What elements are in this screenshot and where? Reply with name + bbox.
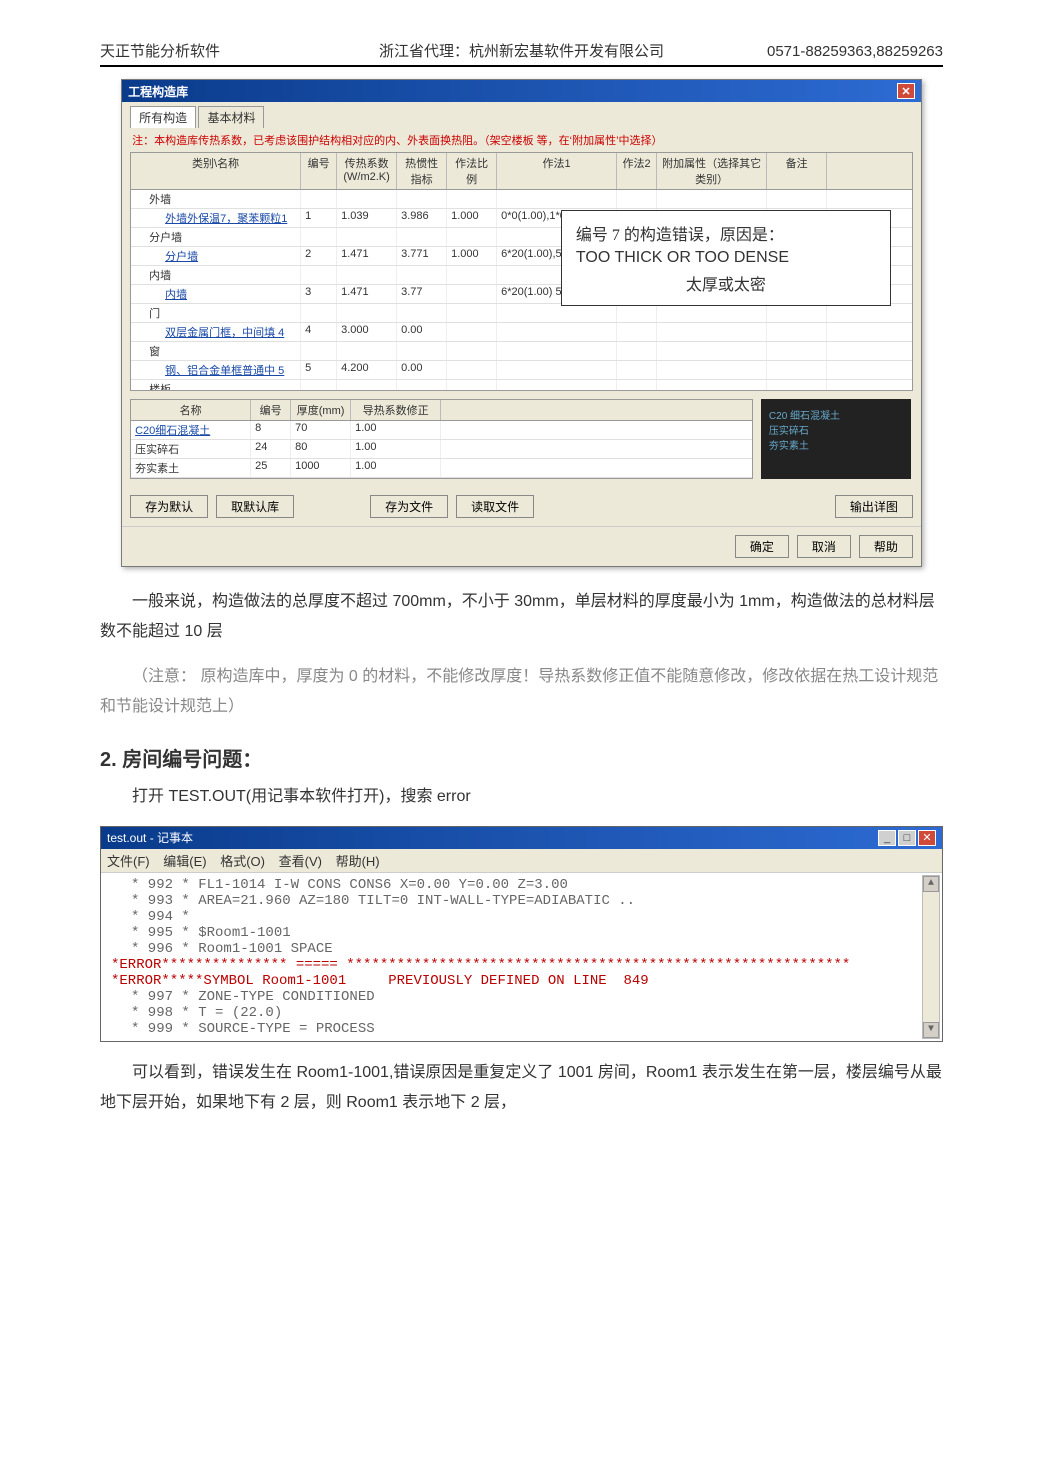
col-p: 作法比例 (447, 153, 497, 189)
close-notepad-icon[interactable]: ✕ (918, 830, 936, 846)
col-rem: 备注 (767, 153, 827, 189)
log-line: * 997 * ZONE-TYPE CONDITIONED (131, 989, 918, 1005)
header-mid: 浙江省代理：杭州新宏基软件开发有限公司 (311, 40, 733, 61)
material-row[interactable]: 压实碎石24801.00 (131, 440, 752, 459)
scroll-up-icon[interactable]: ▲ (923, 876, 939, 892)
preview-line1: C20 细石混凝土 (769, 407, 903, 422)
maximize-icon[interactable]: □ (898, 830, 916, 846)
menu-help[interactable]: 帮助(H) (336, 854, 380, 869)
col-f2: 作法2 (617, 153, 657, 189)
note-text: 注：本构造库传热系数，已考虑该围护结构相对应的内、外表面换热阻。（架空楼板 等，… (122, 128, 921, 152)
bcol-thick: 厚度(mm) (291, 400, 351, 420)
log-line: * 994 * (131, 909, 918, 925)
preview-line2: 压实碎石 (769, 422, 903, 437)
section-2-sub: 打开 TEST.OUT(用记事本软件打开)，搜索 error (100, 782, 943, 812)
menu-file[interactable]: 文件(F) (107, 854, 150, 869)
bcol-name: 名称 (131, 400, 251, 420)
material-grid: 名称 编号 厚度(mm) 导热系数修正 C20细石混凝土8701.00压实碎石2… (130, 399, 753, 479)
callout-cn: 太厚或太密 (576, 271, 876, 295)
page-header: 天正节能分析软件 浙江省代理：杭州新宏基软件开发有限公司 0571-882593… (100, 40, 943, 67)
table-row[interactable]: 双层金属门框，中间填 443.0000.00 (131, 323, 912, 342)
grid-header: 类别\名称 编号 传热系数 (W/m2.K) 热惯性指标 作法比例 作法1 作法… (131, 153, 912, 190)
notepad-titlebar: test.out - 记事本 _ □ ✕ (101, 827, 942, 849)
notepad-body[interactable]: * 992 * FL1-1014 I-W CONS CONS6 X=0.00 Y… (101, 873, 942, 1041)
paragraph-3: 可以看到，错误发生在 Room1-1001,错误原因是重复定义了 1001 房间… (100, 1058, 943, 1119)
scroll-down-icon[interactable]: ▼ (923, 1022, 939, 1038)
header-left: 天正节能分析软件 (100, 40, 311, 61)
bcol-coef: 导热系数修正 (351, 400, 441, 420)
action-buttons: 存为默认 取默认库 存为文件 读取文件 输出详图 (122, 487, 921, 526)
notepad-window: test.out - 记事本 _ □ ✕ 文件(F) 编辑(E) 格式(O) 查… (100, 826, 943, 1042)
table-row[interactable]: 窗 (131, 342, 912, 361)
table-row[interactable]: 钢、铝合金单框普通中 554.2000.00 (131, 361, 912, 380)
bcol-id: 编号 (251, 400, 291, 420)
notepad-title: test.out - 记事本 (107, 829, 193, 846)
log-line: * 995 * $Room1-1001 (131, 925, 918, 941)
load-file-button[interactable]: 读取文件 (456, 495, 534, 518)
close-icon[interactable]: ✕ (897, 83, 915, 99)
ok-button[interactable]: 确定 (735, 535, 789, 558)
menu-format[interactable]: 格式(O) (220, 854, 265, 869)
error-line-1: *ERROR*************** ===== ************… (111, 957, 918, 973)
help-button[interactable]: 帮助 (859, 535, 913, 558)
col-d: 热惯性指标 (397, 153, 447, 189)
col-f1: 作法1 (497, 153, 617, 189)
load-default-button[interactable]: 取默认库 (216, 495, 294, 518)
material-row[interactable]: 夯实素土2510001.00 (131, 459, 752, 478)
scrollbar[interactable]: ▲ ▼ (922, 875, 940, 1039)
tabs: 所有构造 基本材料 (122, 102, 921, 128)
export-detail-button[interactable]: 输出详图 (835, 495, 913, 518)
table-row[interactable]: 楼板 (131, 380, 912, 390)
paragraph-1: 一般来说，构造做法的总厚度不超过 700mm，不小于 30mm，单层材料的厚度最… (100, 587, 943, 648)
col-id: 编号 (301, 153, 337, 189)
log-line: * 998 * T = (22.0) (131, 1005, 918, 1021)
log-line: * 993 * AREA=21.960 AZ=180 TILT=0 INT-WA… (131, 893, 918, 909)
titlebar: 工程构造库 ✕ (122, 80, 921, 102)
callout-title: 编号 7 的构造错误，原因是： (576, 221, 876, 245)
log-line: * 992 * FL1-1014 I-W CONS CONS6 X=0.00 Y… (131, 877, 918, 893)
col-k: 传热系数 (W/m2.K) (337, 153, 397, 189)
col-attr: 附加属性（选择其它类别） (657, 153, 767, 189)
save-default-button[interactable]: 存为默认 (130, 495, 208, 518)
footer-buttons: 确定 取消 帮助 (122, 526, 921, 566)
preview-line3: 夯实素土 (769, 437, 903, 452)
preview-3d: C20 细石混凝土 压实碎石 夯实素土 (761, 399, 911, 479)
save-file-button[interactable]: 存为文件 (370, 495, 448, 518)
col-name: 类别\名称 (131, 153, 301, 189)
tab-material[interactable]: 基本材料 (198, 106, 264, 128)
tab-all[interactable]: 所有构造 (130, 106, 196, 128)
error-callout: 编号 7 的构造错误，原因是： TOO THICK OR TOO DENSE 太… (561, 210, 891, 306)
section-2-title: 2. 房间编号问题： (100, 743, 943, 772)
dialog-title: 工程构造库 (128, 83, 188, 100)
table-row[interactable]: 外墙 (131, 190, 912, 209)
material-row[interactable]: C20细石混凝土8701.00 (131, 421, 752, 440)
dialog-window: 工程构造库 ✕ 所有构造 基本材料 注：本构造库传热系数，已考虑该围护结构相对应… (121, 79, 922, 567)
table-row[interactable]: 门 (131, 304, 912, 323)
paragraph-2: （注意： 原构造库中，厚度为 0 的材料，不能修改厚度！导热系数修正值不能随意修… (100, 662, 943, 723)
notepad-menu[interactable]: 文件(F) 编辑(E) 格式(O) 查看(V) 帮助(H) (101, 849, 942, 873)
callout-en: TOO THICK OR TOO DENSE (576, 249, 876, 267)
menu-view[interactable]: 查看(V) (279, 854, 322, 869)
menu-edit[interactable]: 编辑(E) (163, 854, 206, 869)
log-line: * 999 * SOURCE-TYPE = PROCESS (131, 1021, 918, 1037)
header-phone: 0571-88259363,88259263 (732, 43, 943, 60)
minimize-icon[interactable]: _ (878, 830, 896, 846)
cancel-button[interactable]: 取消 (797, 535, 851, 558)
error-line-2: *ERROR*****SYMBOL Room1-1001 PREVIOUSLY … (111, 973, 918, 989)
log-line: * 996 * Room1-1001 SPACE (131, 941, 918, 957)
